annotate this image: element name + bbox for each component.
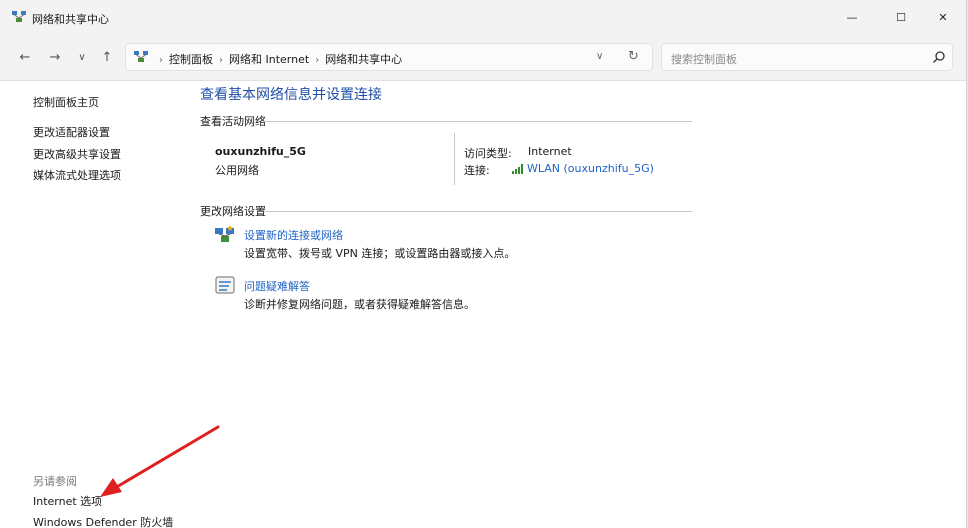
- annotation-arrow: [100, 425, 220, 497]
- network-sharing-center-window: 网络和共享中心 — ☐ ✕ ← → ∨ ↑ › 控制面板 › 网络和 Internet…: [0, 0, 967, 528]
